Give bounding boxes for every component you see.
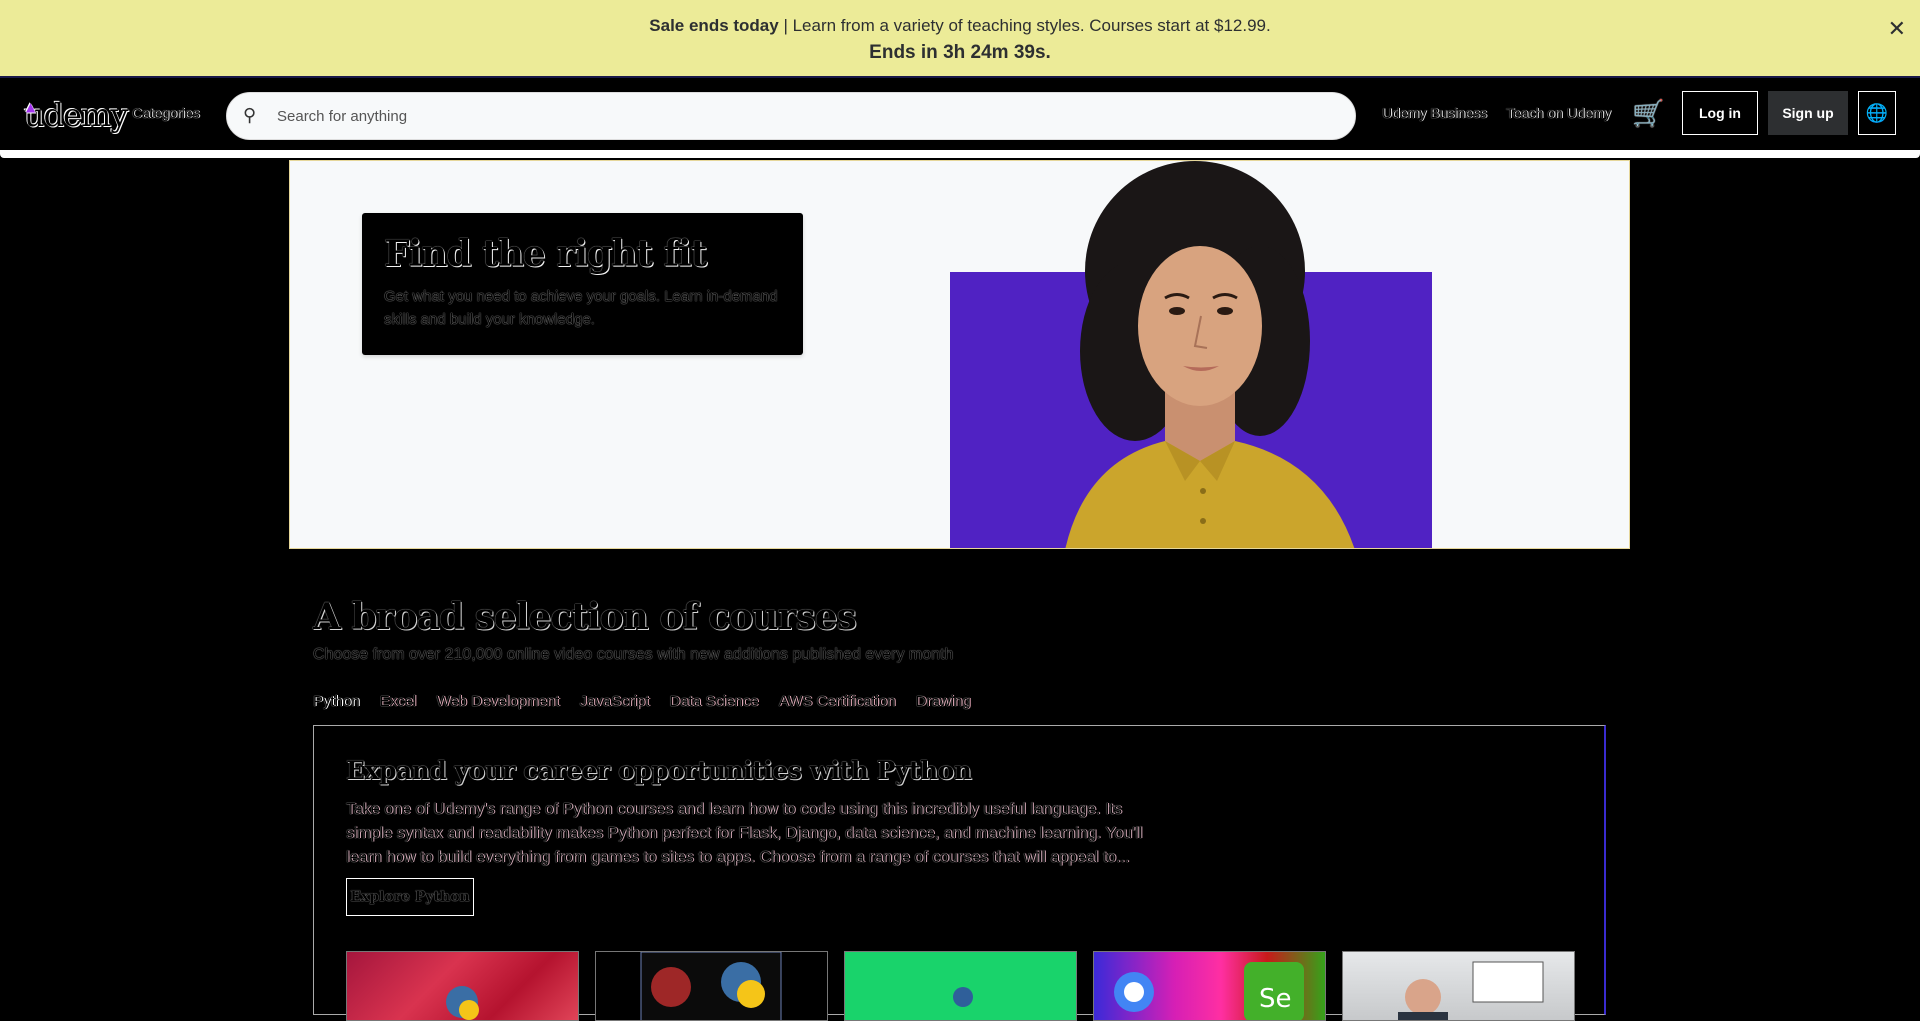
python-logo-icon [446, 986, 479, 1020]
signup-button[interactable]: Sign up [1768, 91, 1848, 135]
panel-title: Expand your career opportunities with Py… [346, 756, 972, 785]
explore-python-button[interactable]: Explore Python [346, 878, 474, 916]
banner-sale-line: Sale ends today | Learn from a variety o… [0, 0, 1920, 36]
hero-subtitle: Get what you need to achieve your goals.… [384, 288, 778, 328]
panel-description: Take one of Udemy's range of Python cour… [346, 801, 1143, 866]
section-subtitle: Choose from over 210,000 online video co… [313, 646, 954, 663]
udemy-business-link[interactable]: Udemy Business [1382, 105, 1487, 121]
search-input[interactable] [277, 103, 1177, 129]
tab-javascript[interactable]: JavaScript [580, 693, 650, 710]
hero-title: Find the right fit [384, 233, 707, 275]
hero-card: Find the right fit Get what you need to … [362, 213, 803, 355]
banner-countdown: Ends in 3h 24m 39s. [869, 42, 1051, 63]
course-card-thumbnail[interactable] [844, 951, 1077, 1021]
hero-banner: Find the right fit Get what you need to … [289, 160, 1630, 549]
top-navigation: ▲udemy Categories ⚲ Udemy Business Teach… [0, 76, 1920, 158]
categories-link[interactable]: Categories [132, 105, 200, 121]
globe-icon[interactable]: 🌐 [1858, 91, 1896, 135]
tab-aws-certification[interactable]: AWS Certification [779, 693, 896, 710]
banner-sale-text: | Learn from a variety of teaching style… [778, 16, 1271, 35]
search-bar[interactable]: ⚲ [226, 92, 1356, 140]
promo-banner: Sale ends today | Learn from a variety o… [0, 0, 1920, 76]
tab-web-development[interactable]: Web Development [436, 693, 559, 710]
course-card-thumbnail[interactable]: Se [1093, 951, 1326, 1021]
courses-section-header: A broad selection of courses Choose from… [313, 596, 1613, 664]
tab-excel[interactable]: Excel [380, 693, 417, 710]
cart-icon[interactable]: 🛒 [1632, 98, 1664, 129]
tab-python[interactable]: Python [313, 693, 360, 710]
teach-on-udemy-link[interactable]: Teach on Udemy [1506, 105, 1611, 121]
nav-divider [0, 150, 1920, 158]
course-card-thumbnail[interactable] [1342, 951, 1575, 1021]
section-title: A broad selection of courses [313, 596, 857, 638]
tab-drawing[interactable]: Drawing [916, 693, 971, 710]
tab-data-science[interactable]: Data Science [670, 693, 759, 710]
course-tabs: Python Excel Web Development JavaScript … [313, 693, 991, 710]
instructor-photo [1398, 961, 1544, 1020]
course-card-thumbnail[interactable] [346, 951, 579, 1021]
python-logo-icon [953, 987, 973, 1007]
udemy-logo[interactable]: ▲ udemy [24, 96, 128, 134]
course-card-thumbnail[interactable] [595, 951, 828, 1021]
chrome-selenium-icon: Se [1114, 962, 1304, 1020]
banner-sale-bold: Sale ends today [649, 16, 779, 35]
login-button[interactable]: Log in [1682, 91, 1758, 135]
search-icon[interactable]: ⚲ [243, 105, 256, 126]
python-logo-icon [640, 952, 782, 1020]
logo-hat-icon: ▲ [26, 100, 35, 114]
svg-text:Se: Se [1259, 984, 1292, 1014]
course-panel: Expand your career opportunities with Py… [313, 725, 1606, 1021]
hero-person-image [1065, 161, 1355, 548]
close-icon[interactable]: ✕ [1888, 16, 1906, 42]
